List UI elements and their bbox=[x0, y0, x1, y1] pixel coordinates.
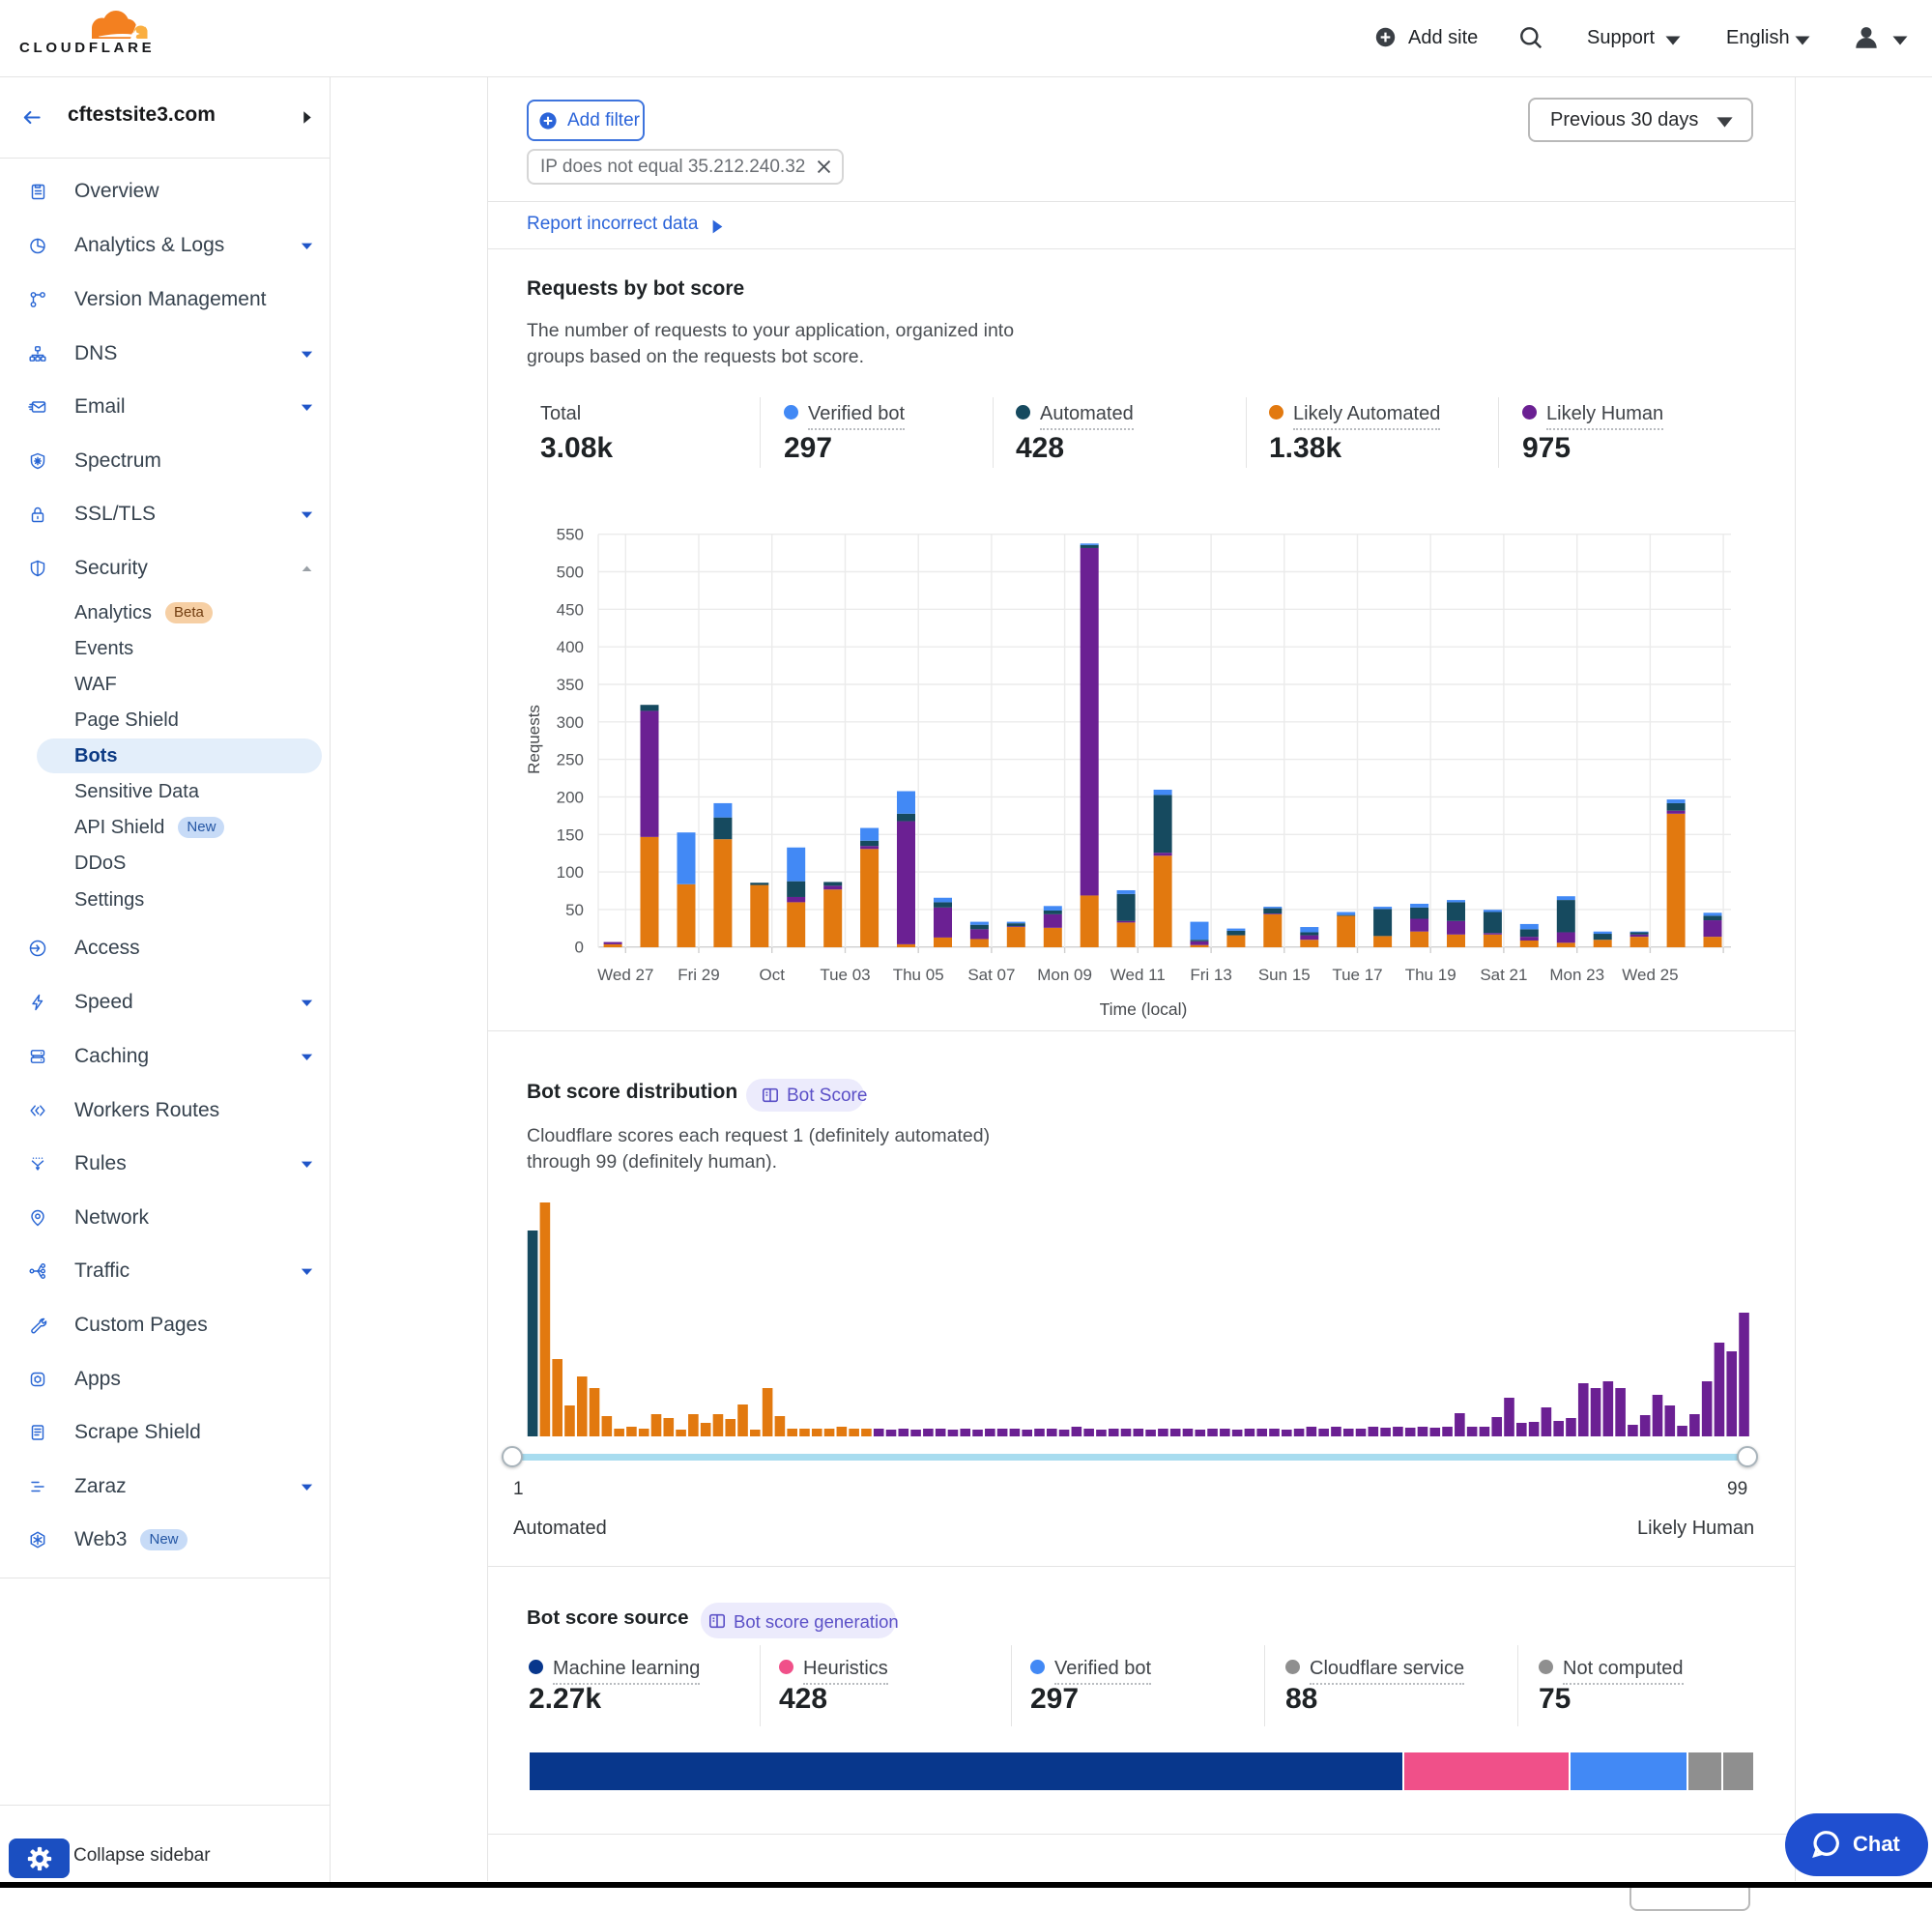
svg-text:Mon 23: Mon 23 bbox=[1549, 966, 1604, 984]
svg-text:Thu 05: Thu 05 bbox=[893, 966, 944, 984]
svg-text:500: 500 bbox=[557, 564, 584, 582]
svg-text:300: 300 bbox=[557, 713, 584, 732]
svg-text:Wed 27: Wed 27 bbox=[597, 966, 653, 984]
svg-text:Sat 21: Sat 21 bbox=[1480, 966, 1527, 984]
svg-text:250: 250 bbox=[557, 751, 584, 769]
svg-text:0: 0 bbox=[575, 939, 584, 957]
svg-text:Fri 29: Fri 29 bbox=[678, 966, 719, 984]
svg-text:550: 550 bbox=[557, 526, 584, 544]
svg-text:Requests: Requests bbox=[525, 705, 543, 774]
svg-text:Fri 13: Fri 13 bbox=[1190, 966, 1231, 984]
svg-text:50: 50 bbox=[565, 901, 584, 919]
svg-text:Wed 25: Wed 25 bbox=[1622, 966, 1678, 984]
svg-text:Sat 07: Sat 07 bbox=[967, 966, 1015, 984]
svg-text:100: 100 bbox=[557, 863, 584, 882]
svg-text:350: 350 bbox=[557, 676, 584, 694]
svg-text:Sun 15: Sun 15 bbox=[1258, 966, 1311, 984]
svg-text:200: 200 bbox=[557, 788, 584, 806]
svg-text:Oct: Oct bbox=[759, 966, 785, 984]
svg-text:150: 150 bbox=[557, 825, 584, 844]
svg-text:Tue 03: Tue 03 bbox=[820, 966, 870, 984]
svg-text:Mon 09: Mon 09 bbox=[1037, 966, 1092, 984]
svg-text:Time (local): Time (local) bbox=[1100, 999, 1188, 1019]
svg-text:Wed 11: Wed 11 bbox=[1110, 966, 1166, 984]
svg-text:Tue 17: Tue 17 bbox=[1332, 966, 1382, 984]
svg-text:Thu 19: Thu 19 bbox=[1405, 966, 1456, 984]
svg-text:450: 450 bbox=[557, 600, 584, 619]
svg-text:400: 400 bbox=[557, 638, 584, 656]
